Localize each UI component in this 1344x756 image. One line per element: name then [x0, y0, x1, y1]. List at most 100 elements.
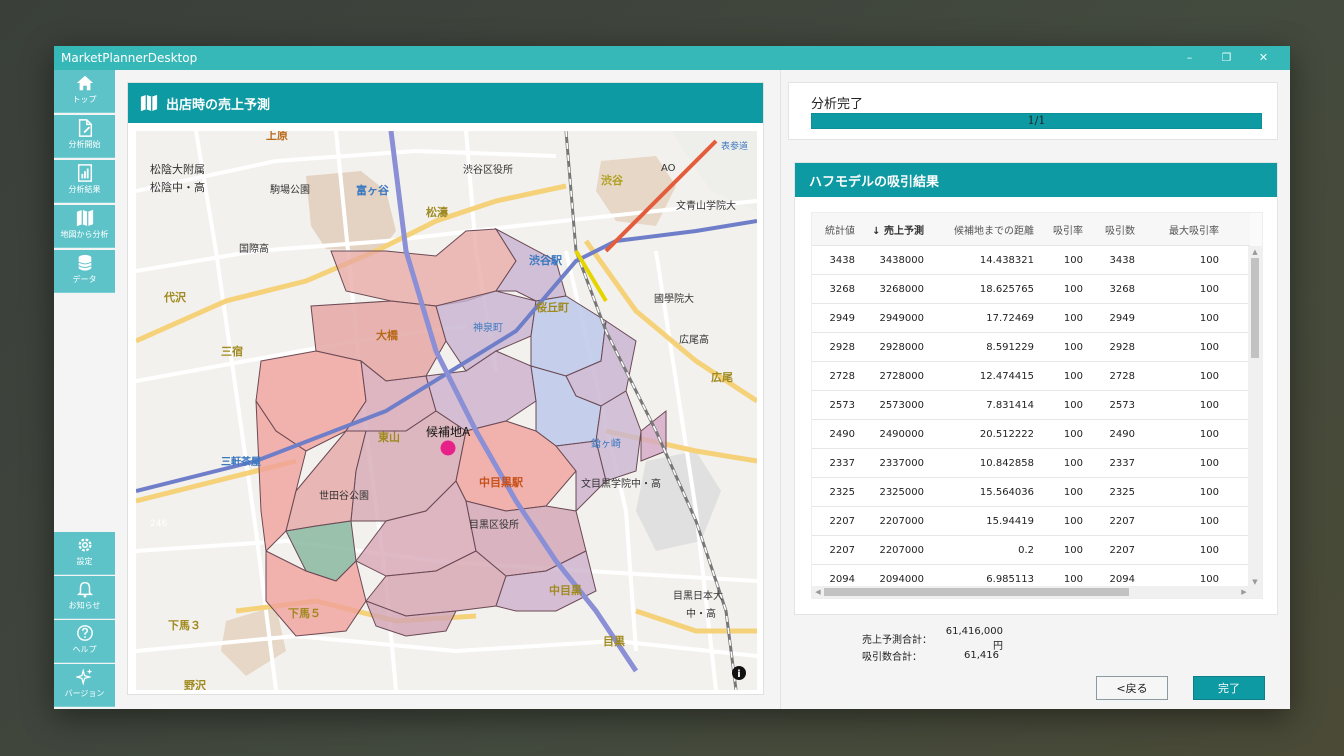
progress-bar: 1/1 [811, 113, 1262, 129]
sidebar-item-label: バージョン [64, 689, 105, 698]
column-header-distance[interactable]: 候補地までの距離 [924, 222, 1034, 237]
scroll-left-icon[interactable]: ◀ [812, 586, 824, 598]
sidebar-item-version[interactable]: バージョン [54, 664, 115, 707]
cell-stat: 2325 [829, 486, 855, 498]
sidebar-item-analysis-result[interactable]: 分析結果 [54, 160, 115, 203]
cell-max-rate: 100 [1199, 544, 1219, 556]
minimize-button[interactable]: – [1171, 46, 1208, 70]
map-icon [76, 209, 93, 227]
cell-max-rate: 100 [1199, 515, 1219, 527]
table-row[interactable]: 2325 2325000 15.564036 100 2325 100 [812, 478, 1250, 507]
map-label: 中目黒 [549, 583, 582, 597]
map-label: 目黒日本大 [673, 589, 723, 602]
cell-max-rate: 100 [1199, 428, 1219, 440]
cell-count: 2949 [1109, 312, 1135, 324]
table-row[interactable]: 2490 2490000 20.512222 100 2490 100 [812, 420, 1250, 449]
map-label: 渋谷 [601, 173, 624, 187]
map-label: 富ヶ谷 [356, 183, 390, 197]
map-label: 國學院大 [654, 292, 694, 305]
done-button[interactable]: 完了 [1193, 676, 1265, 700]
vertical-scroll-thumb[interactable] [1251, 258, 1259, 358]
map-view[interactable]: 上原 松陰大附属 松陰中・高 駒場公園 富ヶ谷 渋谷区役所 渋谷 表参道 松濤 … [136, 131, 757, 690]
totals-panel: 売上予測合計： 61,416,000円 吸引数合計： 61,416 [862, 626, 1003, 664]
huff-result-title: ハフモデルの吸引結果 [809, 174, 940, 190]
cell-rate: 100 [1063, 428, 1083, 440]
gear-icon [78, 538, 91, 552]
cell-stat: 2949 [829, 312, 855, 324]
cell-count: 2207 [1109, 515, 1135, 527]
cell-rate: 100 [1063, 341, 1083, 353]
map-label: 大橋 [376, 328, 399, 342]
table-row[interactable]: 2949 2949000 17.72469 100 2949 100 [812, 304, 1250, 333]
sidebar-item-data[interactable]: データ [54, 250, 115, 293]
scroll-right-icon[interactable]: ▶ [1238, 586, 1250, 598]
map-label: 代沢 [163, 290, 187, 304]
column-header-stat[interactable]: 統計値 [812, 222, 855, 237]
horizontal-scroll-thumb[interactable] [824, 588, 1129, 596]
table-row[interactable]: 2337 2337000 10.842858 100 2337 100 [812, 449, 1250, 478]
table-row[interactable]: 3438 3438000 14.438321 100 3438 100 [812, 246, 1250, 275]
table-row[interactable]: 3268 3268000 18.625765 100 3268 100 [812, 275, 1250, 304]
horizontal-scrollbar[interactable]: ◀ ▶ [812, 586, 1262, 598]
result-grid[interactable]: 統計値 ↓ 売上予測 候補地までの距離 吸引率 吸引数 最大吸引率 3438 34… [811, 212, 1263, 599]
column-header-count[interactable]: 吸引数 [1083, 222, 1135, 237]
sidebar-item-top[interactable]: トップ [54, 70, 115, 113]
map-label: 表参道 [721, 140, 748, 152]
map-card: 出店時の売上予測 上原 松陰大附属 松陰中・高 駒場公園 富ヶ谷 渋谷区役所 渋… [127, 82, 764, 695]
map-label: 渋谷区役所 [463, 163, 513, 176]
table-row[interactable]: 2728 2728000 12.474415 100 2728 100 [812, 362, 1250, 391]
map-label: 中・高 [686, 607, 716, 620]
cell-distance: 15.564036 [979, 486, 1034, 498]
close-button[interactable]: ✕ [1245, 46, 1282, 70]
sidebar-item-label: 分析結果 [68, 185, 101, 194]
map-card-title: 出店時の売上予測 [166, 97, 271, 113]
cell-sales: 2573000 [879, 399, 924, 411]
column-header-rate[interactable]: 吸引率 [1034, 222, 1083, 237]
column-header-sales[interactable]: ↓ 売上予測 [855, 222, 924, 237]
table-row[interactable]: 2207 2207000 0.2 100 2207 100 [812, 536, 1250, 565]
cell-max-rate: 100 [1199, 370, 1219, 382]
cell-distance: 10.842858 [979, 457, 1034, 469]
cell-sales: 2337000 [879, 457, 924, 469]
table-row[interactable]: 2573 2573000 7.831414 100 2573 100 [812, 391, 1250, 420]
cell-count: 2325 [1109, 486, 1135, 498]
map-label: 東山 [378, 430, 400, 444]
sidebar-item-analysis-start[interactable]: 分析開始 [54, 115, 115, 158]
info-icon[interactable]: i [732, 666, 746, 680]
restore-button[interactable]: ❐ [1208, 46, 1245, 70]
cell-distance: 18.625765 [979, 283, 1034, 295]
cell-count: 2490 [1109, 428, 1135, 440]
table-row[interactable]: 2207 2207000 15.94419 100 2207 100 [812, 507, 1250, 536]
file-edit-icon [78, 119, 92, 137]
back-button[interactable]: <戻る [1096, 676, 1168, 700]
map-label: 神泉町 [473, 321, 503, 334]
map-canvas[interactable]: 上原 松陰大附属 松陰中・高 駒場公園 富ヶ谷 渋谷区役所 渋谷 表参道 松濤 … [136, 131, 757, 690]
cell-sales: 2207000 [879, 544, 924, 556]
sidebar-item-help[interactable]: ヘルプ [54, 620, 115, 663]
progress-card: 分析完了 1/1 [788, 82, 1278, 140]
cell-distance: 20.512222 [979, 428, 1034, 440]
cell-count: 2094 [1109, 573, 1135, 585]
cell-max-rate: 100 [1199, 341, 1219, 353]
cell-distance: 12.474415 [979, 370, 1034, 382]
sidebar-item-label: トップ [72, 95, 97, 104]
sidebar-item-notifications[interactable]: お知らせ [54, 576, 115, 619]
map-label: AO [661, 163, 676, 174]
scroll-up-icon[interactable]: ▲ [1248, 246, 1262, 258]
map-label: 松濤 [426, 205, 448, 219]
cell-rate: 100 [1063, 573, 1083, 585]
sidebar-item-map-analysis[interactable]: 地図から分析 [54, 205, 115, 248]
sidebar: トップ 分析開始 分析結果 地図から分析 データ 設定 お知らせ ヘルプ バージ… [54, 70, 115, 709]
table-row[interactable]: 2928 2928000 8.591229 100 2928 100 [812, 333, 1250, 362]
progress-text: 1/1 [1027, 114, 1046, 127]
sidebar-item-settings[interactable]: 設定 [54, 532, 115, 575]
column-header-max-rate[interactable]: 最大吸引率 [1135, 222, 1219, 237]
cell-max-rate: 100 [1199, 486, 1219, 498]
cell-rate: 100 [1063, 515, 1083, 527]
cell-stat: 3438 [829, 254, 855, 266]
cell-count: 3438 [1109, 254, 1135, 266]
candidate-marker[interactable] [440, 440, 456, 456]
vertical-scrollbar[interactable]: ▲ ▼ [1248, 246, 1262, 588]
cell-max-rate: 100 [1199, 312, 1219, 324]
column-divider [780, 70, 781, 709]
